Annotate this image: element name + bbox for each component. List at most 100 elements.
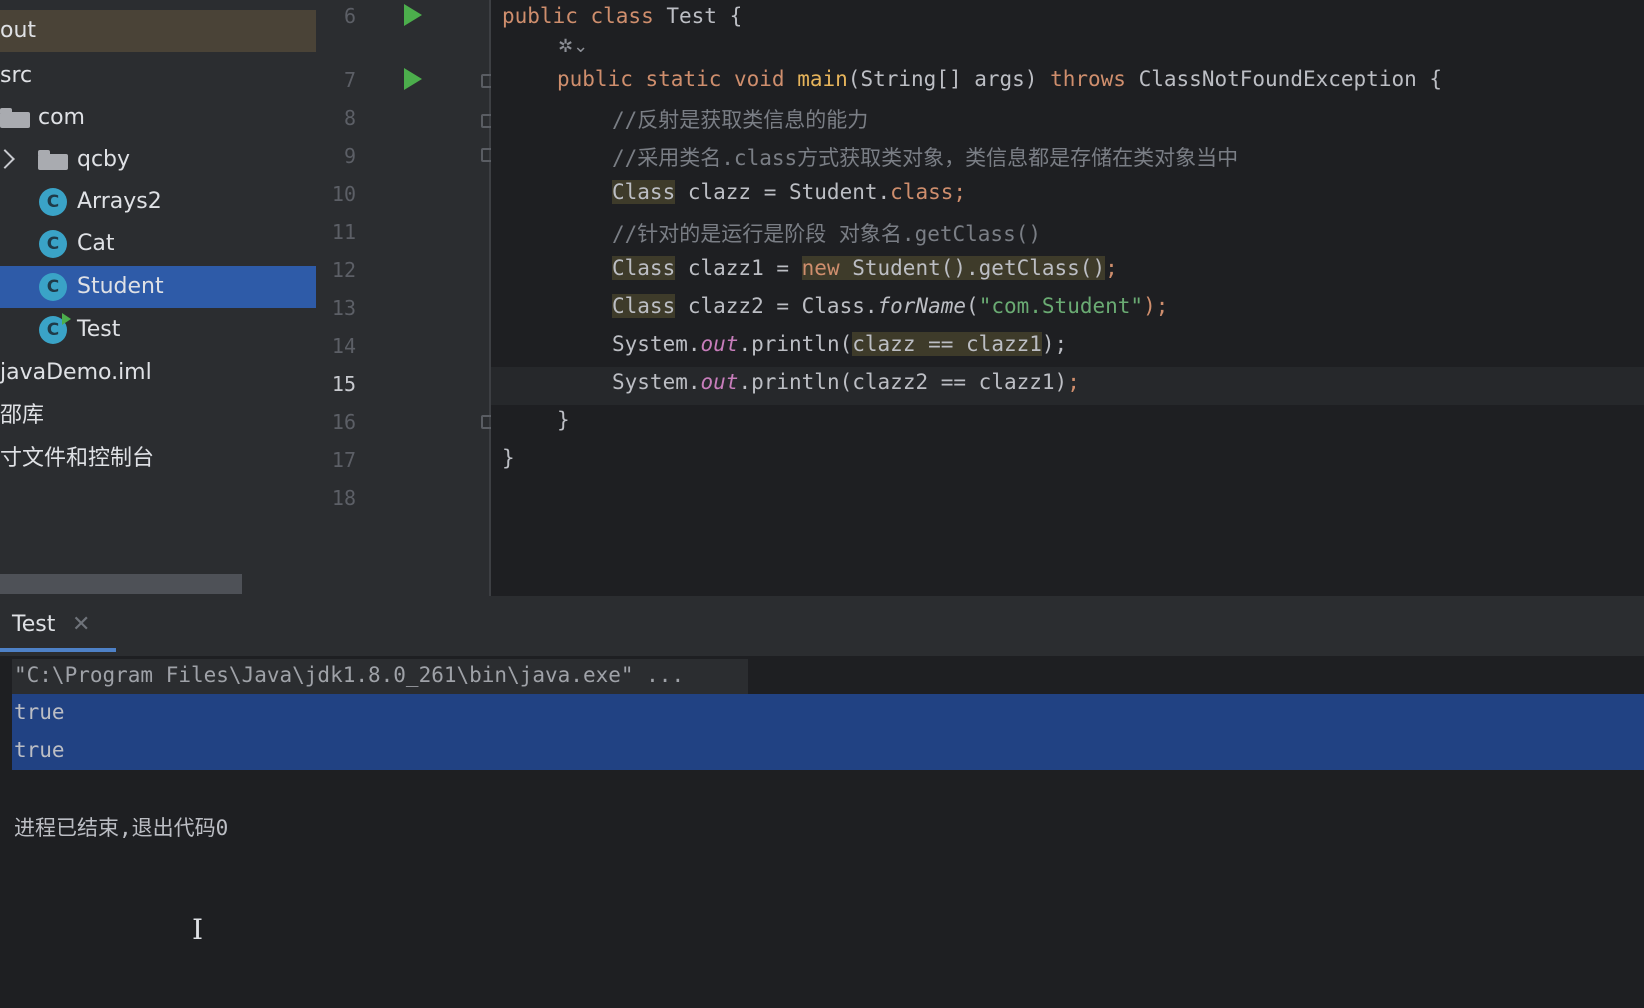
code-token: clazz = Student. xyxy=(675,180,891,204)
code-token: Class xyxy=(612,180,676,204)
code-token: out xyxy=(700,370,739,394)
java-class-icon: C xyxy=(39,230,67,258)
run-class-icon[interactable] xyxy=(404,4,422,26)
close-icon[interactable]: ✕ xyxy=(72,612,90,637)
ai-assistant-icon[interactable]: ✲⌄ xyxy=(558,36,588,57)
code-line-16[interactable]: } xyxy=(557,408,570,432)
code-token: public class xyxy=(502,4,667,28)
code-line-15[interactable]: System.out.println(clazz2 == clazz1); xyxy=(612,370,1080,394)
code-token: class xyxy=(890,180,954,204)
run-tool-window-header xyxy=(0,596,1644,656)
console-output-line: true xyxy=(14,738,65,762)
code-token: .println( xyxy=(738,332,853,356)
code-token: "com.Student" xyxy=(978,294,1144,318)
code-line-13[interactable]: Class clazz2 = Class.forName("com.Studen… xyxy=(612,294,1168,318)
code-line-11[interactable]: //针对的是运行是阶段 对象名.getClass() xyxy=(612,218,1041,248)
code-token: { xyxy=(716,4,743,28)
code-token: (String[] args) xyxy=(847,67,1051,91)
code-token: Student().getClass() xyxy=(839,256,1106,280)
tree-item-cat[interactable]: C Cat xyxy=(0,223,316,265)
class-icon-letter: C xyxy=(46,320,60,340)
code-line-17[interactable]: } xyxy=(502,446,515,470)
tree-item-student[interactable]: C Student xyxy=(0,266,316,308)
code-line-12[interactable]: Class clazz1 = new Student().getClass(); xyxy=(612,256,1118,280)
code-token: new xyxy=(801,256,840,280)
java-class-icon: C xyxy=(39,188,67,216)
tree-item-label: Test xyxy=(77,317,121,342)
code-token: clazz == clazz1 xyxy=(852,332,1042,356)
code-token: public static void xyxy=(557,67,798,91)
line-number: 9 xyxy=(343,144,356,168)
code-token: ; xyxy=(1105,256,1118,280)
line-number: 11 xyxy=(331,220,356,244)
line-number: 6 xyxy=(343,4,356,28)
code-token: forName xyxy=(877,294,967,318)
code-token: .println(clazz2 == clazz1) xyxy=(738,370,1068,394)
code-token: ); xyxy=(1143,294,1169,318)
tree-item-qcby[interactable]: qcby xyxy=(0,139,316,181)
tree-item-iml[interactable]: javaDemo.iml xyxy=(0,352,316,394)
line-number: 18 xyxy=(331,486,356,510)
folder-icon xyxy=(0,108,30,128)
code-line-8[interactable]: //反射是获取类信息的能力 xyxy=(612,104,868,134)
tree-item-label: qcby xyxy=(77,147,131,172)
tree-item-out[interactable]: out xyxy=(0,10,316,52)
line-number: 17 xyxy=(331,448,356,472)
code-token: Class xyxy=(612,256,676,280)
tree-item-com[interactable]: com xyxy=(0,97,316,139)
code-token: ); xyxy=(1041,332,1068,356)
tree-item-label: Student xyxy=(77,274,164,299)
run-tab-test[interactable]: Test xyxy=(12,612,55,637)
run-badge-icon xyxy=(62,313,71,325)
active-tab-indicator xyxy=(0,648,116,652)
tree-item-label: 寸文件和控制台 xyxy=(0,446,155,471)
horizontal-scrollbar[interactable] xyxy=(0,574,242,594)
line-number: 14 xyxy=(331,334,356,358)
tree-item-label: out xyxy=(0,18,37,43)
text-cursor-icon: I xyxy=(192,913,204,946)
run-main-icon[interactable] xyxy=(404,68,422,90)
tree-item-arrays2[interactable]: C Arrays2 xyxy=(0,181,316,223)
tree-item-external-libraries[interactable]: 邵库 xyxy=(0,395,316,437)
console-exit-message: 进程已结束,退出代码0 xyxy=(14,816,229,840)
code-line-9[interactable]: //采用类名.class方式获取类对象，类信息都是存储在类对象当中 xyxy=(612,142,1238,172)
java-class-icon: C xyxy=(39,273,67,301)
tree-item-test[interactable]: C Test xyxy=(0,309,316,351)
tree-item-label: Arrays2 xyxy=(77,189,162,214)
chevron-right-icon[interactable] xyxy=(0,149,15,169)
tree-item-label: Cat xyxy=(77,231,115,256)
code-token: ( xyxy=(966,294,979,318)
code-token: ; xyxy=(953,180,967,204)
code-token: ; xyxy=(1067,370,1080,394)
code-token: ClassNotFoundException { xyxy=(1138,67,1443,91)
tree-item-label: javaDemo.iml xyxy=(0,360,152,385)
code-token: Class xyxy=(612,294,676,318)
tree-item-label: 邵库 xyxy=(0,403,45,428)
project-tree-panel: out src com qcby C Arrays2 C Cat C Stude… xyxy=(0,0,316,596)
code-line-6[interactable]: public class Test { xyxy=(502,4,742,28)
code-line-10[interactable]: Class clazz = Student.class; xyxy=(612,180,966,204)
line-number: 16 xyxy=(331,410,356,434)
code-token: Test xyxy=(666,4,717,28)
tree-item-src[interactable]: src xyxy=(0,55,316,97)
console-command-line: "C:\Program Files\Java\jdk1.8.0_261\bin\… xyxy=(14,663,685,687)
line-number-active: 15 xyxy=(331,372,356,396)
line-number: 13 xyxy=(331,296,356,320)
code-token: System. xyxy=(612,332,701,356)
code-line-14[interactable]: System.out.println(clazz == clazz1); xyxy=(612,332,1067,356)
code-token: out xyxy=(700,332,739,356)
line-number: 10 xyxy=(331,182,356,206)
line-number: 12 xyxy=(331,258,356,282)
line-number: 8 xyxy=(343,106,356,130)
code-token: clazz2 = Class. xyxy=(675,294,878,318)
tree-item-label: com xyxy=(38,105,85,130)
line-number: 7 xyxy=(343,68,356,92)
tree-item-scratches[interactable]: 寸文件和控制台 xyxy=(0,438,316,480)
code-token: System. xyxy=(612,370,701,394)
folder-icon xyxy=(38,150,68,170)
code-token: clazz1 = xyxy=(675,256,802,280)
console-selection xyxy=(12,694,1644,770)
java-runnable-class-icon: C xyxy=(39,313,71,344)
code-line-7[interactable]: public static void main(String[] args) t… xyxy=(557,67,1442,91)
console-output-line: true xyxy=(14,700,65,724)
